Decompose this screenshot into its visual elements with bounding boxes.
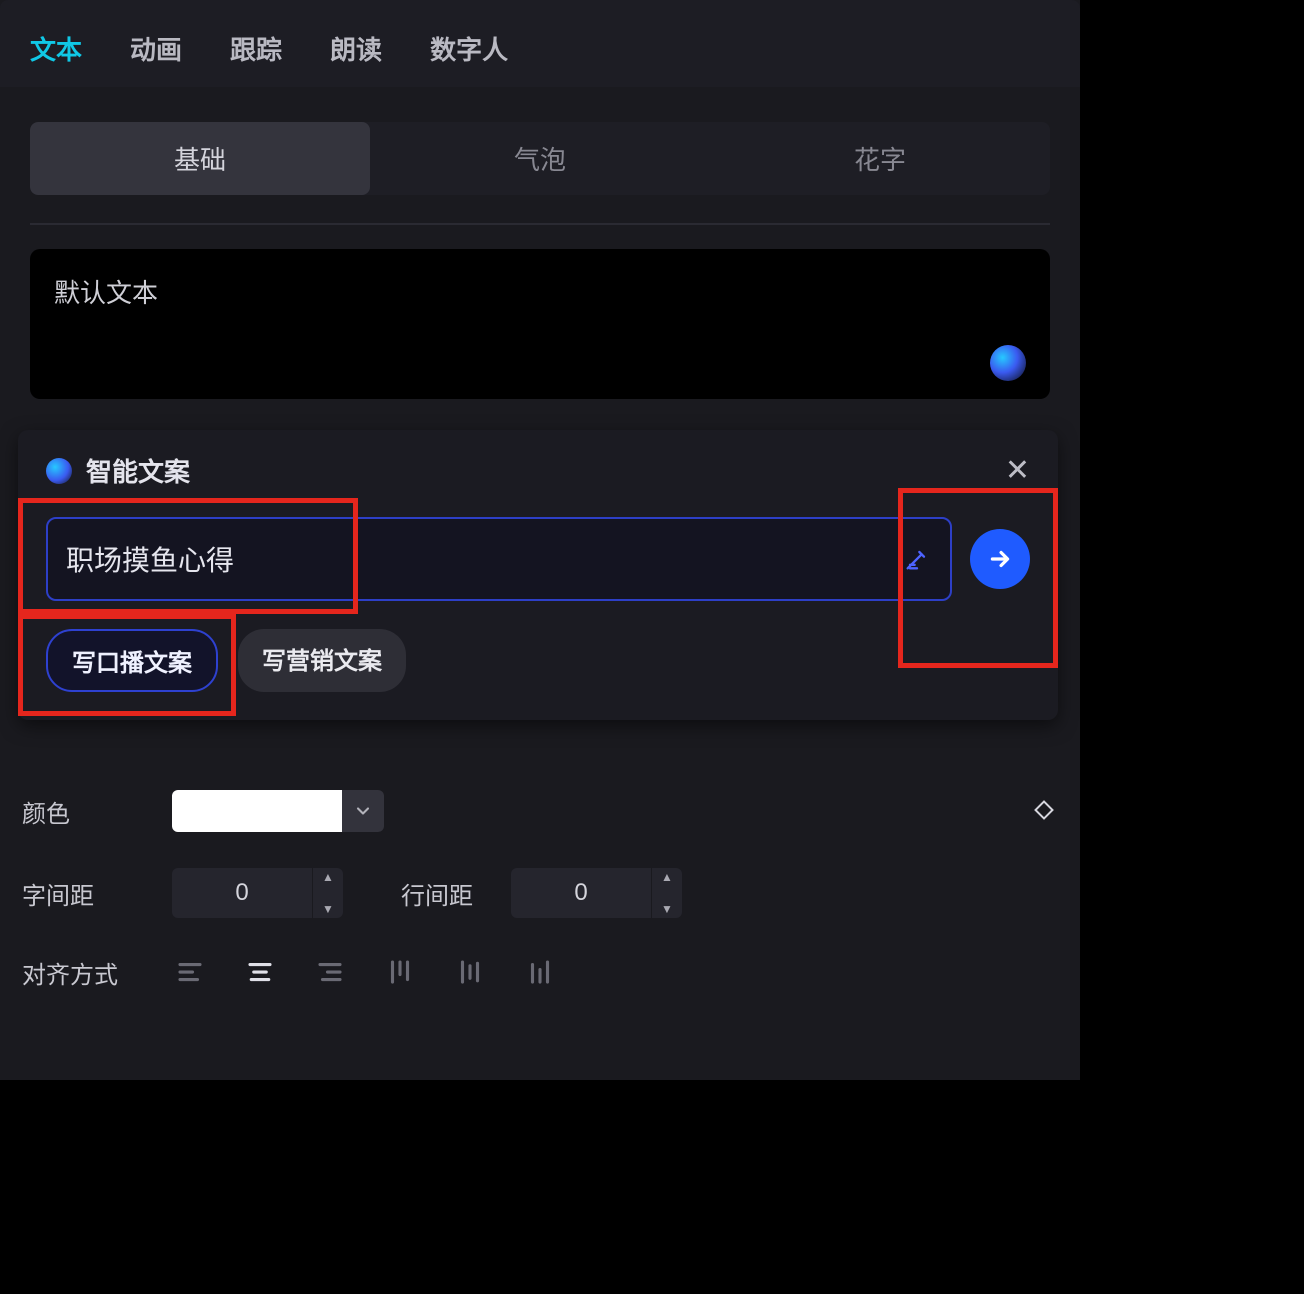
align-vertical-left-icon[interactable] xyxy=(382,954,418,990)
divider xyxy=(30,223,1050,225)
ai-prompt-input[interactable] xyxy=(66,543,902,575)
stepper-up-icon[interactable]: ▲ xyxy=(652,872,682,882)
top-tabs: 文本 动画 跟踪 朗读 数字人 xyxy=(0,0,1080,87)
row-align: 对齐方式 xyxy=(22,954,1058,990)
sub-tab-basic[interactable]: 基础 xyxy=(30,122,370,195)
align-vertical-right-icon[interactable] xyxy=(522,954,558,990)
ai-type-row: 写口播文案 写营销文案 xyxy=(46,629,1030,692)
ai-copy-popup: 智能文案 ✕ 写口播文案 写营销文案 xyxy=(18,430,1058,720)
ai-orb-icon[interactable] xyxy=(990,345,1026,381)
ai-logo-icon xyxy=(46,458,72,484)
sub-tabs: 基础 气泡 花字 xyxy=(30,122,1050,195)
align-right-icon[interactable] xyxy=(312,954,348,990)
stepper-down-icon[interactable]: ▼ xyxy=(313,904,343,914)
ai-send-button[interactable] xyxy=(970,529,1030,589)
align-left-icon[interactable] xyxy=(172,954,208,990)
ai-input-row xyxy=(46,517,1030,601)
letter-spacing-input[interactable]: 0 xyxy=(172,868,312,918)
tab-text[interactable]: 文本 xyxy=(30,30,82,67)
line-spacing-stepper[interactable]: ▲ ▼ xyxy=(652,868,682,918)
tab-tts[interactable]: 朗读 xyxy=(330,30,382,67)
keyframe-diamond-icon[interactable] xyxy=(1032,798,1058,824)
align-label: 对齐方式 xyxy=(22,955,172,990)
default-text-value: 默认文本 xyxy=(54,273,1026,310)
sub-tab-bubble[interactable]: 气泡 xyxy=(370,122,710,195)
stepper-up-icon[interactable]: ▲ xyxy=(313,872,343,882)
text-content-area[interactable]: 默认文本 xyxy=(30,249,1050,399)
color-label: 颜色 xyxy=(22,794,172,829)
ai-popup-header: 智能文案 ✕ xyxy=(46,452,1030,489)
row-color: 颜色 xyxy=(22,790,1058,832)
arrow-right-icon xyxy=(987,546,1013,572)
letter-spacing-label: 字间距 xyxy=(22,876,172,911)
color-picker[interactable] xyxy=(172,790,384,832)
chevron-down-icon[interactable] xyxy=(342,790,384,832)
magic-wand-icon[interactable] xyxy=(902,544,932,574)
sub-tab-artfont[interactable]: 花字 xyxy=(710,122,1050,195)
ai-popup-title: 智能文案 xyxy=(86,452,190,489)
tab-tracking[interactable]: 跟踪 xyxy=(230,30,282,67)
close-icon[interactable]: ✕ xyxy=(1005,453,1030,488)
pill-marketing-copy[interactable]: 写营销文案 xyxy=(238,629,406,692)
text-settings: 颜色 字间距 0 ▲ ▼ 行间距 0 xyxy=(22,790,1058,1026)
tab-avatar[interactable]: 数字人 xyxy=(430,30,508,67)
text-panel: 文本 动画 跟踪 朗读 数字人 基础 气泡 花字 默认文本 智能文案 ✕ xyxy=(0,0,1080,1080)
line-spacing-input[interactable]: 0 xyxy=(511,868,651,918)
align-icons xyxy=(172,954,558,990)
color-swatch[interactable] xyxy=(172,790,342,832)
row-spacing: 字间距 0 ▲ ▼ 行间距 0 ▲ ▼ xyxy=(22,868,1058,918)
pill-voiceover-copy[interactable]: 写口播文案 xyxy=(46,629,218,692)
stepper-down-icon[interactable]: ▼ xyxy=(652,904,682,914)
tab-animation[interactable]: 动画 xyxy=(130,30,182,67)
ai-input-field[interactable] xyxy=(46,517,952,601)
align-center-icon[interactable] xyxy=(242,954,278,990)
letter-spacing-stepper[interactable]: ▲ ▼ xyxy=(313,868,343,918)
line-spacing-label: 行间距 xyxy=(401,876,511,911)
align-vertical-center-icon[interactable] xyxy=(452,954,488,990)
